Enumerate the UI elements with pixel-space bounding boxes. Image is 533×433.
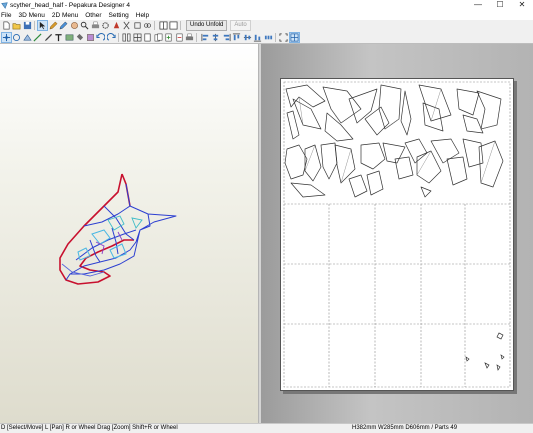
paper-sheet bbox=[280, 78, 514, 391]
link-icon[interactable] bbox=[143, 21, 152, 30]
toolbar-separator bbox=[180, 21, 181, 30]
menu-file[interactable]: File bbox=[1, 12, 11, 19]
undo-unfold-button[interactable]: Undo Unfold bbox=[186, 20, 228, 31]
fill-icon[interactable] bbox=[75, 33, 84, 42]
zoom-icon[interactable] bbox=[80, 21, 89, 30]
color-icon[interactable] bbox=[112, 21, 121, 30]
scissors-icon[interactable] bbox=[122, 21, 131, 30]
rotate-icon[interactable] bbox=[133, 21, 142, 30]
toolbar-separator bbox=[274, 33, 276, 42]
edit-line-icon[interactable] bbox=[44, 33, 53, 42]
page-grid bbox=[283, 81, 511, 388]
menu-bar: File 3D Menu 2D Menu Other Setting Help bbox=[0, 10, 533, 20]
draw-line-icon[interactable] bbox=[33, 33, 42, 42]
hand-icon[interactable] bbox=[70, 21, 79, 30]
edit-toolbar bbox=[0, 32, 533, 44]
page-add-icon[interactable] bbox=[164, 33, 173, 42]
menu-help[interactable]: Help bbox=[136, 12, 149, 19]
3d-view[interactable] bbox=[0, 44, 258, 423]
join-icon[interactable] bbox=[22, 33, 32, 42]
text-icon[interactable] bbox=[54, 33, 63, 42]
auto-button[interactable]: Auto bbox=[230, 20, 251, 31]
window-icon[interactable] bbox=[169, 21, 178, 30]
split-view-icon[interactable] bbox=[159, 21, 168, 30]
menu-setting[interactable]: Setting bbox=[109, 12, 129, 19]
redo-icon[interactable] bbox=[106, 33, 116, 42]
distribute-icon[interactable] bbox=[264, 33, 273, 42]
open-icon[interactable] bbox=[12, 21, 21, 30]
close-button[interactable]: ✕ bbox=[511, 0, 533, 10]
image-icon[interactable] bbox=[65, 33, 74, 42]
2d-view[interactable] bbox=[261, 44, 533, 423]
page-icon[interactable] bbox=[143, 33, 152, 42]
grid-icon[interactable] bbox=[133, 33, 142, 42]
align-center-icon[interactable] bbox=[211, 33, 220, 42]
new-icon[interactable] bbox=[2, 21, 11, 30]
3d-model-head bbox=[59, 173, 177, 285]
maximize-button[interactable]: ☐ bbox=[489, 0, 511, 10]
undo-icon[interactable] bbox=[96, 33, 105, 42]
move-icon[interactable] bbox=[0, 32, 12, 43]
print-icon[interactable] bbox=[91, 21, 100, 30]
parts-group bbox=[284, 84, 504, 198]
align-middle-icon[interactable] bbox=[243, 33, 252, 42]
snap-icon[interactable] bbox=[288, 32, 300, 43]
rotate3d-icon[interactable] bbox=[12, 33, 21, 42]
menu-other[interactable]: Other bbox=[85, 12, 101, 19]
window-title: scyther_head_half - Pepakura Designer 4 bbox=[10, 1, 130, 9]
minimize-button[interactable]: — bbox=[467, 0, 489, 10]
page-remove-icon[interactable] bbox=[175, 33, 184, 42]
toolbar-separator bbox=[117, 33, 119, 42]
edit-icon[interactable] bbox=[49, 21, 58, 30]
toolbar-separator bbox=[33, 21, 35, 30]
main-toolbar: Undo Unfold Auto bbox=[0, 20, 533, 31]
select-icon[interactable] bbox=[37, 20, 48, 31]
toolbar-separator bbox=[196, 33, 197, 42]
fit-icon[interactable] bbox=[279, 33, 288, 42]
align-right-icon[interactable] bbox=[222, 33, 231, 42]
edit2-icon[interactable] bbox=[59, 21, 68, 30]
align-bottom-icon[interactable] bbox=[253, 33, 262, 42]
align-top-icon[interactable] bbox=[232, 33, 241, 42]
texture-icon[interactable] bbox=[86, 33, 95, 42]
menu-3d[interactable]: 3D Menu bbox=[18, 12, 44, 19]
toolbar-separator bbox=[154, 21, 155, 30]
title-bar: scyther_head_half - Pepakura Designer 4 … bbox=[0, 0, 533, 10]
columns-icon[interactable] bbox=[122, 33, 131, 42]
menu-2d[interactable]: 2D Menu bbox=[52, 12, 78, 19]
printer-icon[interactable] bbox=[185, 33, 194, 42]
align-left-icon[interactable] bbox=[201, 33, 210, 42]
small-parts bbox=[465, 332, 505, 371]
settings-icon[interactable] bbox=[101, 21, 110, 30]
unfolded-parts bbox=[283, 81, 511, 388]
pages-icon[interactable] bbox=[154, 33, 163, 42]
save-icon[interactable] bbox=[23, 21, 32, 30]
app-icon bbox=[1, 1, 8, 9]
